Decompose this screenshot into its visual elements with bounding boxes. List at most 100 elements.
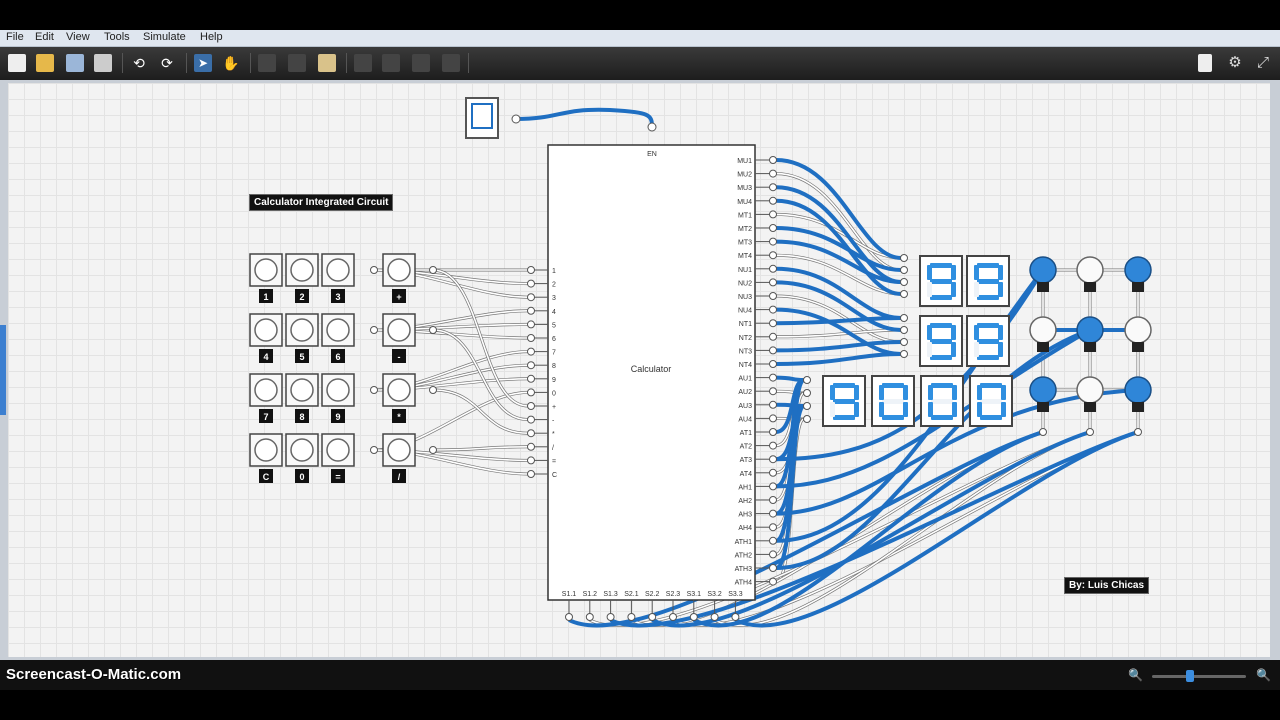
bulb-base: [1037, 282, 1049, 292]
keypad-label: 4: [263, 352, 268, 362]
flip-icon[interactable]: [382, 54, 400, 72]
segment: [977, 385, 982, 400]
pin-node: [585, 613, 594, 621]
menu-view[interactable]: View: [66, 31, 90, 43]
pin-node: [769, 387, 777, 396]
chip-pin-label: NU4: [738, 308, 752, 315]
menu-file[interactable]: File: [6, 31, 24, 43]
keypad-label: 8: [299, 412, 304, 422]
settings-icon[interactable]: ⚙: [1226, 54, 1244, 72]
pin-node: [900, 326, 908, 334]
pin-node: [370, 326, 378, 334]
rotate-icon[interactable]: [354, 54, 372, 72]
keypad-button-knob: [254, 378, 278, 402]
pin-node: [527, 293, 535, 302]
toolbar-separator: [186, 53, 187, 73]
author-label: By: Luis Chicas: [1064, 577, 1150, 594]
wire-active: [515, 107, 654, 128]
chip-pin-label: NT2: [739, 335, 752, 342]
group-icon[interactable]: [442, 54, 460, 72]
chip-pin-label: AU2: [738, 389, 752, 396]
align-icon[interactable]: [412, 54, 430, 72]
zoom-out-icon[interactable]: 🔍: [1128, 668, 1143, 682]
undo-icon[interactable]: ⟲: [130, 54, 148, 72]
chip-pin-label: S1.1: [562, 591, 577, 598]
circuit-canvas[interactable]: Calculator EN 1 2 3 4 5 6 7 8 9 0 + - * / = C MU1 MU2 MU3…: [8, 83, 1270, 657]
segment: [974, 325, 979, 340]
bulb-on: [1029, 256, 1057, 284]
pin-node: [370, 266, 378, 274]
print-icon[interactable]: [94, 54, 112, 72]
pin-node: [527, 266, 535, 274]
paste-icon[interactable]: [318, 54, 336, 72]
chip-bottom-pins: S1.1 S1.2 S1.3 S2.1 S2.2 S2.3 S3.1 S3.2 S3.3: [562, 591, 743, 621]
segment: [882, 383, 904, 388]
fullscreen-icon[interactable]: ⤢: [1254, 54, 1272, 72]
chip-pin-label: /: [552, 445, 554, 452]
pin-node: [769, 196, 777, 205]
pin-node: [900, 314, 908, 322]
copy-icon[interactable]: [288, 54, 306, 72]
chip-pin-label: AH2: [738, 498, 752, 505]
zoom-slider[interactable]: [1152, 675, 1246, 678]
segment: [977, 279, 999, 284]
pan-icon[interactable]: ✋: [222, 54, 240, 72]
bulb-off: [1124, 316, 1152, 344]
keypad-button-knob: [326, 378, 350, 402]
redo-icon[interactable]: ⟳: [158, 54, 176, 72]
pin-node: [769, 224, 777, 232]
keypad-label: -: [398, 352, 401, 362]
pin-node: [1039, 428, 1047, 436]
menu-simulate[interactable]: Simulate: [143, 31, 186, 43]
pin-node: [527, 388, 535, 397]
segment: [882, 415, 904, 420]
chip-pin-label: S2.2: [645, 591, 660, 598]
pin-node: [689, 613, 698, 621]
menu-edit[interactable]: Edit: [35, 31, 54, 43]
keypad-button-knob: [254, 318, 278, 342]
segment: [980, 383, 1002, 388]
pin-node: [769, 441, 777, 450]
segment: [833, 399, 855, 404]
menu-help[interactable]: Help: [200, 31, 223, 43]
save-icon[interactable]: [66, 54, 84, 72]
pin-node: [803, 376, 811, 384]
segment: [903, 385, 908, 400]
new-icon[interactable]: [8, 54, 26, 72]
light-bulbs: [1029, 256, 1152, 436]
bulb-base: [1084, 402, 1096, 412]
chip-pin-label: 5: [552, 322, 556, 329]
pin-node: [527, 415, 535, 424]
keypad-button-knob: [290, 378, 314, 402]
page-icon[interactable]: [1198, 54, 1212, 72]
zoom-in-icon[interactable]: 🔍: [1256, 668, 1271, 682]
pin-node: [769, 278, 777, 287]
enable-pin-label: EN: [647, 151, 657, 158]
keypad-button-knob: [254, 438, 278, 462]
chip-pin-label: S2.1: [624, 591, 639, 598]
select-icon[interactable]: ➤: [194, 54, 212, 72]
pin-node: [669, 613, 677, 621]
segment: [951, 342, 956, 357]
segment: [998, 265, 1003, 280]
open-icon[interactable]: [36, 54, 54, 72]
chip-pin-label: +: [552, 404, 556, 411]
pin-node: [647, 122, 657, 132]
segment: [930, 355, 952, 360]
menu-tools[interactable]: Tools: [104, 31, 130, 43]
circuit-diagram[interactable]: Calculator EN 1 2 3 4 5 6 7 8 9 0 + - * / = C MU1 MU2 MU3…: [8, 83, 1270, 657]
keypad-label: 7: [263, 412, 268, 422]
segment: [930, 279, 952, 284]
pin-node: [527, 320, 535, 329]
chip-name: Calculator: [631, 364, 672, 374]
pin-node: [710, 613, 719, 621]
segment: [927, 282, 932, 297]
segment: [977, 402, 982, 417]
chip-pin-label: C: [552, 472, 557, 479]
pin-node: [527, 442, 535, 451]
chip-pin-label: ATH3: [735, 566, 752, 573]
cut-icon[interactable]: [258, 54, 276, 72]
zoom-slider-thumb[interactable]: [1186, 670, 1194, 682]
side-panel-tab[interactable]: [0, 325, 6, 415]
keypad-label: +: [396, 292, 401, 302]
